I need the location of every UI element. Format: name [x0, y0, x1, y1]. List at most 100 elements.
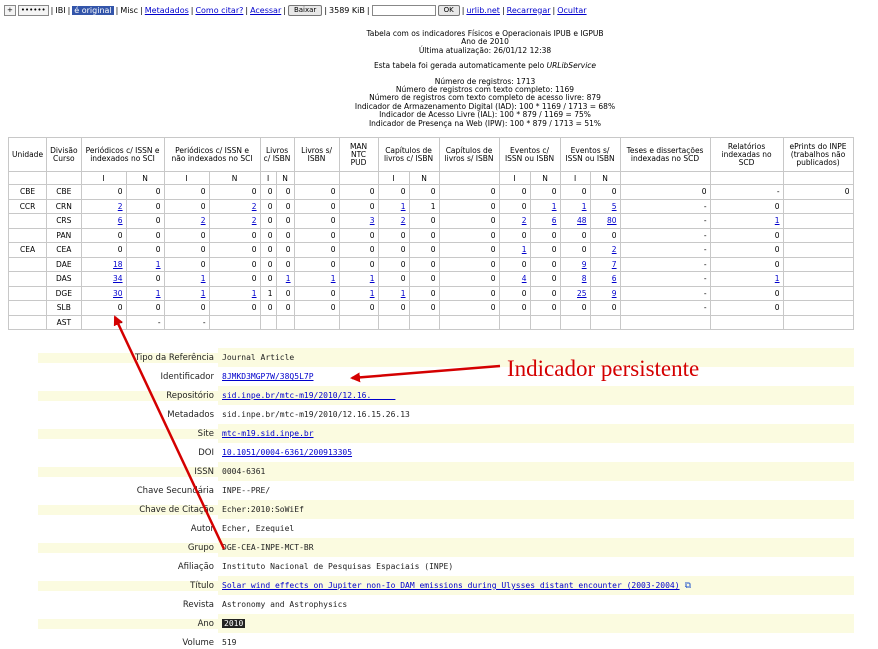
metadados-link[interactable]: Metadados: [145, 6, 189, 15]
count-link[interactable]: 1: [201, 274, 206, 283]
table-cell[interactable]: 18: [80, 256, 127, 272]
table-cell[interactable]: 1: [125, 285, 165, 301]
metadata-link[interactable]: mtc-m19.sid.inpe.br: [222, 429, 314, 438]
count-link[interactable]: 1: [370, 289, 375, 298]
count-link[interactable]: 1: [401, 202, 406, 211]
table-cell[interactable]: 80: [589, 213, 621, 229]
table-cell[interactable]: 2: [208, 213, 261, 229]
count-link[interactable]: 6: [552, 216, 557, 225]
table-cell[interactable]: 1: [377, 198, 410, 214]
metadata-link[interactable]: 10.1051/0004-6361/200913305: [222, 448, 352, 457]
baixar-button[interactable]: Baixar: [287, 4, 323, 16]
count-link[interactable]: 1: [775, 216, 780, 225]
search-input[interactable]: [371, 4, 436, 16]
ok-button[interactable]: OK: [437, 4, 460, 16]
table-cell[interactable]: 2: [80, 198, 127, 214]
count-link[interactable]: 2: [201, 216, 206, 225]
table-cell[interactable]: 4: [498, 271, 531, 287]
table-cell[interactable]: 9: [559, 256, 591, 272]
table-cell[interactable]: 1: [275, 271, 295, 287]
table-cell[interactable]: 8: [559, 271, 591, 287]
table-cell[interactable]: 2: [208, 198, 261, 214]
count-link[interactable]: 2: [522, 216, 527, 225]
count-link[interactable]: 4: [522, 274, 527, 283]
count-link[interactable]: 1: [286, 274, 291, 283]
como-citar-link[interactable]: Como citar?: [195, 6, 243, 15]
table-cell[interactable]: 1: [529, 198, 561, 214]
count-link[interactable]: 2: [118, 202, 123, 211]
table-cell: 0: [125, 227, 165, 243]
table-cell[interactable]: 6: [80, 213, 127, 229]
count-link[interactable]: 6: [612, 274, 617, 283]
table-cell[interactable]: 1: [559, 198, 591, 214]
table-cell[interactable]: 1: [208, 285, 261, 301]
count-link[interactable]: 9: [582, 260, 587, 269]
count-link[interactable]: 34: [113, 274, 123, 283]
count-link[interactable]: 3: [370, 216, 375, 225]
expand-button[interactable]: +: [4, 4, 16, 16]
acessar-link[interactable]: Acessar: [250, 6, 281, 15]
table-cell[interactable]: 3: [338, 213, 379, 229]
table-cell[interactable]: 1: [498, 242, 531, 258]
table-cell[interactable]: 48: [559, 213, 591, 229]
count-link[interactable]: 1: [156, 289, 161, 298]
count-link[interactable]: 6: [118, 216, 123, 225]
count-link[interactable]: 1: [552, 202, 557, 211]
count-link[interactable]: 1: [522, 245, 527, 254]
count-link[interactable]: 80: [607, 216, 617, 225]
count-link[interactable]: 1: [582, 202, 587, 211]
table-cell[interactable]: 6: [589, 271, 621, 287]
table-cell[interactable]: 2: [377, 213, 410, 229]
table-cell[interactable]: 25: [559, 285, 591, 301]
metadata-link[interactable]: Solar wind effects on Jupiter non-Io DAM…: [222, 581, 680, 590]
count-link[interactable]: 1: [331, 274, 336, 283]
table-cell[interactable]: 1: [709, 271, 784, 287]
count-link[interactable]: 1: [201, 289, 206, 298]
count-link[interactable]: 48: [577, 216, 587, 225]
table-cell: 0: [408, 285, 440, 301]
count-link[interactable]: 1: [252, 289, 257, 298]
table-cell[interactable]: 1: [163, 271, 210, 287]
table-cell[interactable]: 5: [589, 198, 621, 214]
count-link[interactable]: 9: [612, 289, 617, 298]
table-cell[interactable]: 1: [163, 285, 210, 301]
metadata-link[interactable]: sid.inpe.br/mtc-m19/2010/12.16._____: [222, 391, 395, 400]
table-cell[interactable]: 1: [709, 213, 784, 229]
count-link[interactable]: 1: [401, 289, 406, 298]
table-cell[interactable]: 1: [293, 271, 340, 287]
count-link[interactable]: 2: [401, 216, 406, 225]
count-link[interactable]: 1: [370, 274, 375, 283]
count-link[interactable]: 30: [113, 289, 123, 298]
table-cell: 0: [408, 271, 440, 287]
table-cell[interactable]: 2: [163, 213, 210, 229]
external-link-icon[interactable]: ⧉: [685, 581, 691, 591]
count-link[interactable]: 25: [577, 289, 587, 298]
count-link[interactable]: 7: [612, 260, 617, 269]
count-link[interactable]: 2: [252, 202, 257, 211]
table-cell[interactable]: 9: [589, 285, 621, 301]
table-cell[interactable]: 1: [338, 285, 379, 301]
count-link[interactable]: 1: [156, 260, 161, 269]
table-cell[interactable]: 2: [498, 213, 531, 229]
count-link[interactable]: 5: [612, 202, 617, 211]
password-field[interactable]: ••••••: [17, 4, 49, 16]
count-link[interactable]: 18: [113, 260, 123, 269]
table-cell[interactable]: 6: [529, 213, 561, 229]
count-link[interactable]: 2: [612, 245, 617, 254]
recarregar-link[interactable]: Recarregar: [507, 6, 551, 15]
table-cell[interactable]: 1: [377, 285, 410, 301]
metadata-link[interactable]: 8JMKD3MGP7W/38Q5L7P: [222, 372, 314, 381]
table-cell[interactable]: 34: [80, 271, 127, 287]
count-link[interactable]: 8: [582, 274, 587, 283]
table-cell[interactable]: 1: [125, 256, 165, 272]
count-link[interactable]: 2: [252, 216, 257, 225]
table-cell: [782, 227, 854, 243]
urlib-link[interactable]: urlib.net: [466, 6, 500, 15]
table-cell: -: [619, 227, 711, 243]
count-link[interactable]: 1: [775, 274, 780, 283]
table-cell[interactable]: 2: [589, 242, 621, 258]
ocultar-link[interactable]: Ocultar: [557, 6, 586, 15]
table-cell[interactable]: 30: [80, 285, 127, 301]
table-cell[interactable]: 7: [589, 256, 621, 272]
table-cell[interactable]: 1: [338, 271, 379, 287]
